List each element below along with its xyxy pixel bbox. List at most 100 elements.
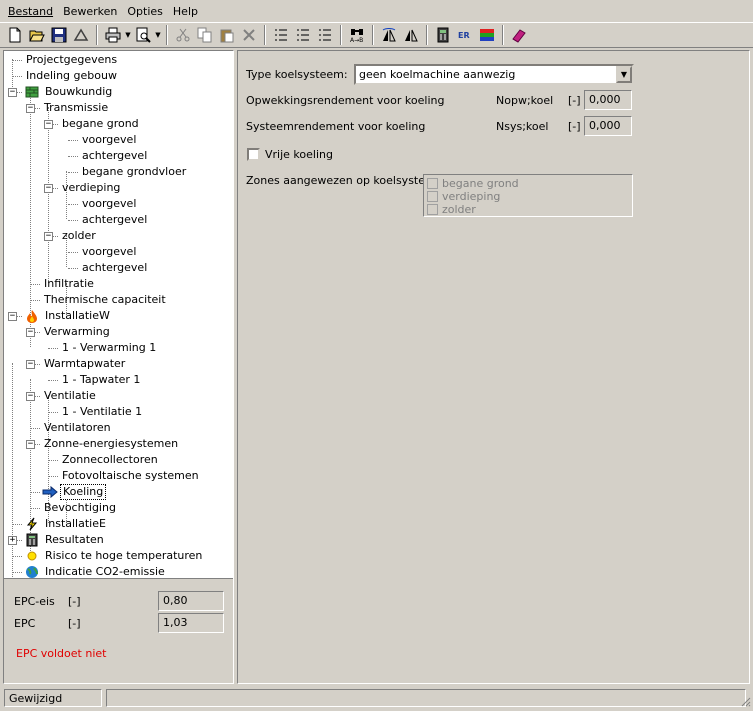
- resize-grip-icon[interactable]: [739, 695, 751, 707]
- collapse-icon[interactable]: −: [26, 104, 35, 113]
- tree-item-label: achtergevel: [82, 149, 148, 162]
- tree-item[interactable]: 1 - Ventilatie 1: [60, 404, 144, 420]
- print-icon[interactable]: [102, 24, 124, 46]
- tree-connector: [12, 572, 22, 573]
- list-icon-3[interactable]: [314, 24, 336, 46]
- vrije-koeling-label[interactable]: Vrije koeling: [265, 148, 333, 161]
- tree-item[interactable]: Verwarming: [42, 324, 112, 340]
- recycle-icon[interactable]: [70, 24, 92, 46]
- tree-item[interactable]: achtergevel: [80, 260, 149, 276]
- list-icon-1[interactable]: [270, 24, 292, 46]
- tree-item[interactable]: Fotovoltaische systemen: [60, 468, 201, 484]
- tree-item[interactable]: 1 - Verwarming 1: [60, 340, 158, 356]
- tree-item[interactable]: Indeling gebouw: [24, 68, 119, 84]
- tree-item-label: Ventilatoren: [44, 421, 111, 434]
- print-dropdown-icon[interactable]: ▼: [124, 24, 132, 46]
- tree-item[interactable]: 1 - Tapwater 1: [60, 372, 142, 388]
- mirror-horizontal-icon[interactable]: [378, 24, 400, 46]
- collapse-icon[interactable]: −: [8, 312, 17, 321]
- tree-item[interactable]: verdieping: [60, 180, 122, 196]
- find-replace-icon[interactable]: A→B: [346, 24, 368, 46]
- open-folder-icon[interactable]: [26, 24, 48, 46]
- epbd-icon[interactable]: ER: [454, 24, 476, 46]
- tree-item[interactable]: Transmissie: [42, 100, 110, 116]
- tree-item[interactable]: Warmtapwater: [42, 356, 127, 372]
- tree-item[interactable]: voorgevel: [80, 196, 138, 212]
- tree-connector: [68, 172, 78, 173]
- menu-bar: Bestand Bewerken Opties Help: [0, 0, 753, 20]
- new-file-icon[interactable]: [4, 24, 26, 46]
- calculator-icon[interactable]: [432, 24, 454, 46]
- collapse-icon[interactable]: −: [44, 120, 53, 129]
- toolbar-separator: [372, 25, 374, 45]
- tree-item[interactable]: Risico te hoge temperaturen: [24, 548, 204, 564]
- report-icon[interactable]: [476, 24, 498, 46]
- type-koelsysteem-select[interactable]: geen koelmachine aanwezig ▼: [354, 64, 634, 85]
- tree-item[interactable]: Thermische capaciteit: [42, 292, 168, 308]
- tree-connector: [30, 492, 40, 493]
- tree-connector: [30, 284, 40, 285]
- tree-item[interactable]: achtergevel: [80, 148, 149, 164]
- tree-item-label: Indicatie CO2-emissie: [45, 565, 165, 578]
- tree-connector: [48, 460, 58, 461]
- menu-bewerken[interactable]: Bewerken: [59, 3, 123, 18]
- collapse-icon[interactable]: −: [44, 232, 53, 241]
- tree-item[interactable]: Resultaten: [24, 532, 106, 548]
- navigation-tree[interactable]: Projectgegevens Indeling gebouw − Bouwkundi…: [4, 51, 233, 579]
- tree-item[interactable]: zolder: [60, 228, 98, 244]
- menu-bestand[interactable]: Bestand: [4, 3, 59, 18]
- tree-item-label: voorgevel: [82, 245, 137, 258]
- collapse-icon[interactable]: −: [26, 440, 35, 449]
- collapse-icon[interactable]: −: [44, 184, 53, 193]
- tree-connector: [12, 556, 22, 557]
- book-icon[interactable]: [508, 24, 530, 46]
- copy-icon[interactable]: [194, 24, 216, 46]
- tree-connector: [48, 476, 58, 477]
- chevron-down-icon[interactable]: ▼: [616, 66, 632, 83]
- tree-item[interactable]: Zonnecollectoren: [60, 452, 160, 468]
- opwekkingsrendement-symbol: Nopw;koel: [496, 94, 554, 107]
- save-icon[interactable]: [48, 24, 70, 46]
- collapse-icon[interactable]: −: [26, 360, 35, 369]
- tree-item[interactable]: Indicatie CO2-emissie: [24, 564, 167, 578]
- svg-text:ER: ER: [458, 31, 470, 40]
- expand-icon[interactable]: +: [8, 536, 17, 545]
- tree-item-label: InstallatieE: [45, 517, 106, 530]
- type-koelsysteem-value: geen koelmachine aanwezig: [359, 68, 516, 81]
- tree-item[interactable]: achtergevel: [80, 212, 149, 228]
- print-preview-icon[interactable]: [132, 24, 154, 46]
- collapse-icon[interactable]: −: [26, 392, 35, 401]
- epc-eis-unit: [-]: [68, 594, 81, 608]
- vrije-koeling-checkbox[interactable]: [247, 148, 260, 161]
- paste-icon[interactable]: [216, 24, 238, 46]
- collapse-icon[interactable]: −: [26, 328, 35, 337]
- arrow-right-icon: [42, 484, 58, 500]
- tree-item[interactable]: begane grondvloer: [80, 164, 188, 180]
- tree-item[interactable]: begane grond: [60, 116, 141, 132]
- menu-help[interactable]: Help: [169, 3, 204, 18]
- tree-item[interactable]: Zonne-energiesystemen: [42, 436, 180, 452]
- delete-icon[interactable]: [238, 24, 260, 46]
- tree-item[interactable]: InstallatieE: [24, 516, 108, 532]
- cut-icon[interactable]: [172, 24, 194, 46]
- tree-item[interactable]: Ventilatoren: [42, 420, 113, 436]
- collapse-icon[interactable]: −: [8, 88, 17, 97]
- tree-item[interactable]: Bouwkundig: [24, 84, 114, 100]
- tree-item[interactable]: Koeling: [42, 484, 107, 500]
- tree-item[interactable]: Infiltratie: [42, 276, 96, 292]
- status-text: Gewijzigd: [4, 689, 102, 707]
- tree-item-label: Risico te hoge temperaturen: [45, 549, 203, 562]
- tree-item[interactable]: voorgevel: [80, 244, 138, 260]
- mirror-vertical-icon[interactable]: [400, 24, 422, 46]
- tree-item-label: Zonne-energiesystemen: [44, 437, 179, 450]
- tree-connector: [12, 524, 22, 525]
- list-icon-2[interactable]: [292, 24, 314, 46]
- tree-item[interactable]: Projectgegevens: [24, 52, 119, 68]
- tree-item[interactable]: voorgevel: [80, 132, 138, 148]
- tree-item[interactable]: InstallatieW: [24, 308, 112, 324]
- preview-dropdown-icon[interactable]: ▼: [154, 24, 162, 46]
- menu-opties[interactable]: Opties: [123, 3, 169, 18]
- tree-item[interactable]: Bevochtiging: [42, 500, 118, 516]
- tree-item[interactable]: Ventilatie: [42, 388, 98, 404]
- toolbar-separator: [426, 25, 428, 45]
